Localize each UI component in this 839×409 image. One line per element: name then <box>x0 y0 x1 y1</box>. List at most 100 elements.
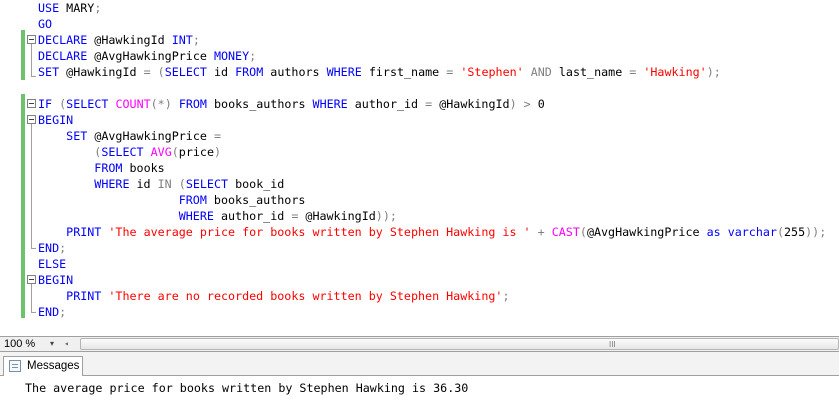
code-line[interactable]: SET @HawkingId = (SELECT id FROM authors… <box>38 64 721 80</box>
code-token: WHERE <box>94 177 130 191</box>
code-token: book_id <box>228 177 285 191</box>
code-token: SET <box>38 65 60 79</box>
code-token: as <box>706 225 721 239</box>
code-token: first_name <box>361 65 447 79</box>
code-token: 0 <box>530 97 545 111</box>
code-token: ) <box>213 145 222 159</box>
fold-guide-end <box>31 248 36 249</box>
code-token: (*) <box>150 97 172 111</box>
code-token: books_authors <box>206 193 306 207</box>
code-line[interactable]: SET @AvgHawkingPrice = <box>38 128 221 144</box>
code-token: GO <box>38 17 53 31</box>
results-tab-bar: Messages <box>0 352 839 376</box>
code-token: 'Stephen' <box>460 65 524 79</box>
code-token: BEGIN <box>38 113 74 127</box>
tab-messages-label: Messages <box>27 360 80 372</box>
code-token: 255 <box>784 225 806 239</box>
collapse-toggle-icon[interactable] <box>27 99 36 108</box>
horizontal-scrollbar-thumb[interactable]: III <box>80 338 839 350</box>
code-line[interactable]: IF (SELECT COUNT(*) FROM books_authors W… <box>38 96 545 112</box>
code-token: AVG <box>150 145 172 159</box>
code-token: ( <box>171 145 179 159</box>
code-token: ) <box>509 97 517 111</box>
code-line[interactable]: BEGIN <box>38 272 73 288</box>
code-line[interactable]: WHERE author_id = @HawkingId)); <box>38 208 397 224</box>
results-pane: Messages The average price for books wri… <box>0 352 839 409</box>
code-line[interactable]: PRINT 'The average price for books writt… <box>38 224 826 240</box>
messages-icon <box>9 360 21 372</box>
output-message: The average price for books written by S… <box>25 381 469 395</box>
code-line[interactable]: BEGIN <box>38 112 73 128</box>
fold-guide-end <box>31 312 36 313</box>
code-token: @HawkingId <box>298 209 376 223</box>
code-line[interactable]: (SELECT AVG(price) <box>38 144 221 160</box>
code-line[interactable]: ELSE <box>38 256 66 272</box>
code-line[interactable]: FROM books_authors <box>38 192 306 208</box>
code-token: MARY <box>59 1 95 15</box>
code-token: id <box>206 65 236 79</box>
code-token: ; <box>249 49 257 63</box>
tab-messages[interactable]: Messages <box>3 356 83 376</box>
code-token: = <box>213 129 221 143</box>
editor-status-strip: 100 % ▾ ◂ III <box>0 336 839 352</box>
code-line[interactable]: END; <box>38 240 66 256</box>
code-token: + <box>537 225 545 239</box>
code-line[interactable]: DECLARE @AvgHawkingPrice MONEY; <box>38 48 256 64</box>
code-token: SELECT <box>164 65 207 79</box>
code-token: ; <box>94 1 102 15</box>
code-token: IF <box>38 97 53 111</box>
code-token: @HawkingId <box>87 33 172 47</box>
code-token: END <box>38 241 60 255</box>
code-token: @AvgHawkingPrice <box>87 129 214 143</box>
code-token: 'Hawking' <box>643 65 707 79</box>
code-token: @HawkingId <box>59 65 144 79</box>
code-token: INT <box>171 33 193 47</box>
fold-guide <box>31 124 32 248</box>
code-token: FROM <box>94 161 123 175</box>
code-token: AND <box>530 65 552 79</box>
scroll-left-icon[interactable]: ◂ <box>64 337 69 351</box>
code-line[interactable]: END; <box>38 304 66 320</box>
code-token: BEGIN <box>38 273 74 287</box>
code-token: FROM <box>178 193 207 207</box>
code-token: ( <box>157 65 165 79</box>
code-token: = <box>143 65 151 79</box>
collapse-toggle-icon[interactable] <box>27 35 36 44</box>
code-line[interactable]: DECLARE @HawkingId INT; <box>38 32 200 48</box>
code-line[interactable]: GO <box>38 16 52 32</box>
code-line[interactable]: WHERE id IN (SELECT book_id <box>38 176 284 192</box>
saved-change-marker <box>21 30 25 80</box>
code-line[interactable]: FROM books <box>38 160 164 176</box>
code-token: )); <box>805 225 827 239</box>
code-line[interactable]: USE MARY; <box>38 0 101 16</box>
code-token: author_id <box>213 209 292 223</box>
zoom-level: 100 % <box>4 338 36 350</box>
code-line[interactable]: PRINT 'There are no recorded books writt… <box>38 288 509 304</box>
code-token: ( <box>178 177 186 191</box>
code-token: FROM <box>235 65 264 79</box>
code-token: 'There are no recorded books written by … <box>108 289 503 303</box>
code-token: ( <box>776 225 784 239</box>
code-token: PRINT <box>66 225 102 239</box>
saved-change-marker <box>21 94 25 318</box>
fold-guide <box>31 284 32 312</box>
query-editor[interactable]: USE MARY; GO DECLARE @HawkingId INT; DECLAR… <box>0 0 839 335</box>
code-token: @AvgHawkingPrice <box>87 49 214 63</box>
collapse-toggle-icon[interactable] <box>27 115 36 124</box>
code-token: MONEY <box>213 49 250 63</box>
fold-guide-end <box>31 76 36 77</box>
collapse-toggle-icon[interactable] <box>27 275 36 284</box>
code-token: USE <box>38 1 60 15</box>
code-token: SELECT <box>66 97 109 111</box>
code-token: ; <box>502 289 510 303</box>
code-token: SELECT <box>185 177 229 191</box>
zoom-dropdown[interactable]: 100 % ▾ <box>2 337 62 351</box>
